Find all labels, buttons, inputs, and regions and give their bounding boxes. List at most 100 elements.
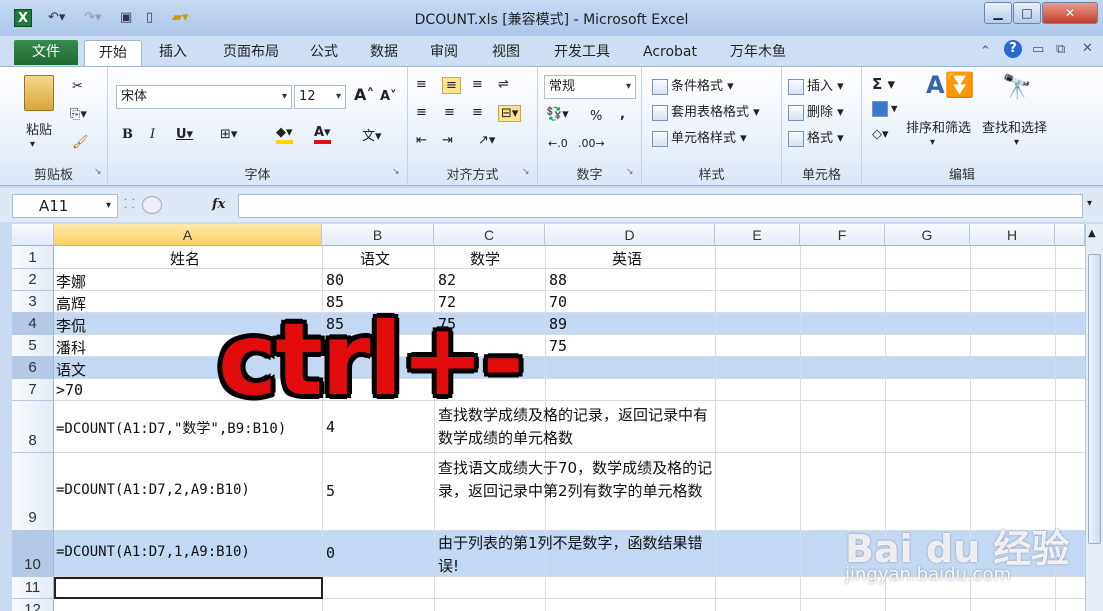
wrap-text-icon[interactable]: ⇌ xyxy=(498,77,509,92)
cut-icon[interactable]: ✂ xyxy=(72,79,83,94)
expand-formula-bar-icon[interactable]: ▾ xyxy=(1087,198,1092,209)
cancel-entry-icon[interactable] xyxy=(142,196,162,214)
scroll-up-icon[interactable]: ▲ xyxy=(1088,228,1096,239)
row-header-9[interactable]: 9 xyxy=(12,453,54,531)
conditional-format-button[interactable]: 条件格式 ▾ xyxy=(652,75,734,95)
shrink-font-icon[interactable]: A˅ xyxy=(380,89,397,104)
orientation-icon[interactable]: ↗▾ xyxy=(478,133,495,148)
tab-formulas[interactable]: 公式 xyxy=(302,40,346,66)
format-cells-button[interactable]: 格式 ▾ xyxy=(788,127,844,147)
tab-home[interactable]: 开始 xyxy=(84,40,142,66)
cell-b2[interactable]: 80 xyxy=(326,271,344,289)
chevron-down-icon[interactable]: ▾ xyxy=(930,137,935,148)
cell-a5[interactable]: 潘科 xyxy=(56,337,86,358)
formula-bar-splitter-icon[interactable]: ⸬ xyxy=(124,194,135,212)
paste-icon[interactable] xyxy=(24,75,54,111)
collapse-ribbon-icon[interactable]: ⌃ xyxy=(980,44,991,59)
alignment-launcher-icon[interactable]: ↘ xyxy=(522,167,530,177)
paste-button-label[interactable]: 粘贴 xyxy=(26,119,52,138)
cell-a6[interactable]: 语文 xyxy=(56,359,86,380)
tab-acrobat[interactable]: Acrobat xyxy=(636,40,704,66)
align-middle-icon[interactable]: ≡ xyxy=(442,77,461,94)
increase-indent-icon[interactable]: ⇥ xyxy=(442,133,453,148)
number-launcher-icon[interactable]: ↘ xyxy=(626,167,634,177)
number-format-combo[interactable]: 常规 ▾ xyxy=(544,75,636,99)
find-select-label[interactable]: 查找和选择 xyxy=(982,117,1047,136)
cell-a8[interactable]: =DCOUNT(A1:D7,"数学",B9:B10) xyxy=(56,418,286,438)
paste-dropdown-icon[interactable]: ▾ xyxy=(30,139,35,150)
column-header-b[interactable]: B xyxy=(322,224,434,246)
insert-cells-button[interactable]: 插入 ▾ xyxy=(788,75,844,95)
row-header-1[interactable]: 1 xyxy=(12,246,54,269)
row-header-4[interactable]: 4 xyxy=(12,313,54,335)
phonetic-icon[interactable]: 文▾ xyxy=(362,125,382,144)
active-cell-a11[interactable] xyxy=(54,577,323,599)
cell-d3[interactable]: 70 xyxy=(549,293,567,311)
grow-font-icon[interactable]: A˄ xyxy=(354,85,374,104)
row-header-5[interactable]: 5 xyxy=(12,335,54,357)
font-color-icon[interactable]: A▾ xyxy=(314,125,331,144)
column-header-a[interactable]: A xyxy=(54,224,322,246)
align-left-icon[interactable]: ≡ xyxy=(416,105,427,120)
tab-developer[interactable]: 开发工具 xyxy=(546,40,618,66)
cell-a2[interactable]: 李娜 xyxy=(56,271,86,292)
comma-icon[interactable]: , xyxy=(620,107,625,122)
merge-center-icon[interactable]: ⊟▾ xyxy=(498,105,522,122)
cell-a9[interactable]: =DCOUNT(A1:D7,2,A9:B10) xyxy=(56,482,250,498)
chevron-down-icon[interactable]: ▾ xyxy=(1014,137,1019,148)
border-icon[interactable]: ⊞▾ xyxy=(220,127,237,142)
workbook-close-icon[interactable]: ✕ xyxy=(1082,41,1093,56)
fill-icon[interactable]: ▾ xyxy=(872,101,898,117)
italic-icon[interactable]: I xyxy=(150,127,155,142)
cell-a4[interactable]: 李侃 xyxy=(56,315,86,336)
cell-c2[interactable]: 82 xyxy=(438,271,456,289)
formula-input[interactable] xyxy=(238,194,1083,218)
currency-icon[interactable]: 💱▾ xyxy=(546,107,569,122)
cell-a1[interactable]: 姓名 xyxy=(170,248,200,269)
column-header-g[interactable]: G xyxy=(885,224,970,246)
increase-decimal-icon[interactable]: ←.0 xyxy=(548,137,568,150)
clipboard-launcher-icon[interactable]: ↘ xyxy=(94,167,102,177)
row-header-3[interactable]: 3 xyxy=(12,291,54,313)
font-name-combo[interactable]: 宋体 ▾ xyxy=(116,85,292,109)
cell-styles-button[interactable]: 单元格样式 ▾ xyxy=(652,127,747,147)
tab-view[interactable]: 视图 xyxy=(484,40,528,66)
column-header-h[interactable]: H xyxy=(970,224,1055,246)
cell-b8[interactable]: 4 xyxy=(326,418,335,436)
cell-d1[interactable]: 英语 xyxy=(612,248,642,269)
name-box[interactable]: A11 ▾ xyxy=(12,194,118,218)
tab-data[interactable]: 数据 xyxy=(362,40,406,66)
format-as-table-button[interactable]: 套用表格格式 ▾ xyxy=(652,101,760,121)
cell-a10[interactable]: =DCOUNT(A1:D7,1,A9:B10) xyxy=(56,544,250,560)
autosum-icon[interactable]: Σ ▾ xyxy=(872,75,895,93)
tab-review[interactable]: 审阅 xyxy=(422,40,466,66)
font-launcher-icon[interactable]: ↘ xyxy=(392,167,400,177)
sort-filter-icon[interactable]: A⏬ xyxy=(926,71,974,99)
underline-icon[interactable]: U▾ xyxy=(176,127,193,142)
cell-c10[interactable]: 由于列表的第1列不是数字，函数结果错误! xyxy=(438,532,718,578)
row-header-6[interactable]: 6 xyxy=(12,357,54,379)
cell-b10[interactable]: 0 xyxy=(326,544,335,562)
row-header-7[interactable]: 7 xyxy=(12,379,54,401)
cell-c9[interactable]: 查找语文成绩大于70，数学成绩及格的记录，返回记录中第2列有数字的单元格数 xyxy=(438,457,718,503)
cell-c1[interactable]: 数学 xyxy=(470,248,500,269)
column-header-f[interactable]: F xyxy=(800,224,885,246)
row-header-8[interactable]: 8 xyxy=(12,401,54,453)
sort-filter-label[interactable]: 排序和筛选 xyxy=(906,117,971,136)
decrease-indent-icon[interactable]: ⇤ xyxy=(416,133,427,148)
row-header-12[interactable]: 12 xyxy=(12,599,54,611)
cell-b1[interactable]: 语文 xyxy=(360,248,390,269)
select-all-corner[interactable] xyxy=(12,224,54,246)
tab-wannian-muyu[interactable]: 万年木鱼 xyxy=(722,40,794,66)
workbook-minimize-icon[interactable]: ▭ xyxy=(1032,42,1044,57)
cell-d2[interactable]: 88 xyxy=(549,271,567,289)
delete-cells-button[interactable]: 删除 ▾ xyxy=(788,101,844,121)
percent-icon[interactable]: % xyxy=(590,109,602,124)
find-select-icon[interactable]: 🔭 xyxy=(1002,73,1032,101)
maximize-button[interactable]: □ xyxy=(1013,2,1041,24)
scroll-thumb[interactable] xyxy=(1088,254,1101,544)
tab-insert[interactable]: 插入 xyxy=(148,40,198,66)
cell-a7[interactable]: >70 xyxy=(56,381,83,399)
align-bottom-icon[interactable]: ≡ xyxy=(472,77,483,92)
row-header-11[interactable]: 11 xyxy=(12,577,54,599)
